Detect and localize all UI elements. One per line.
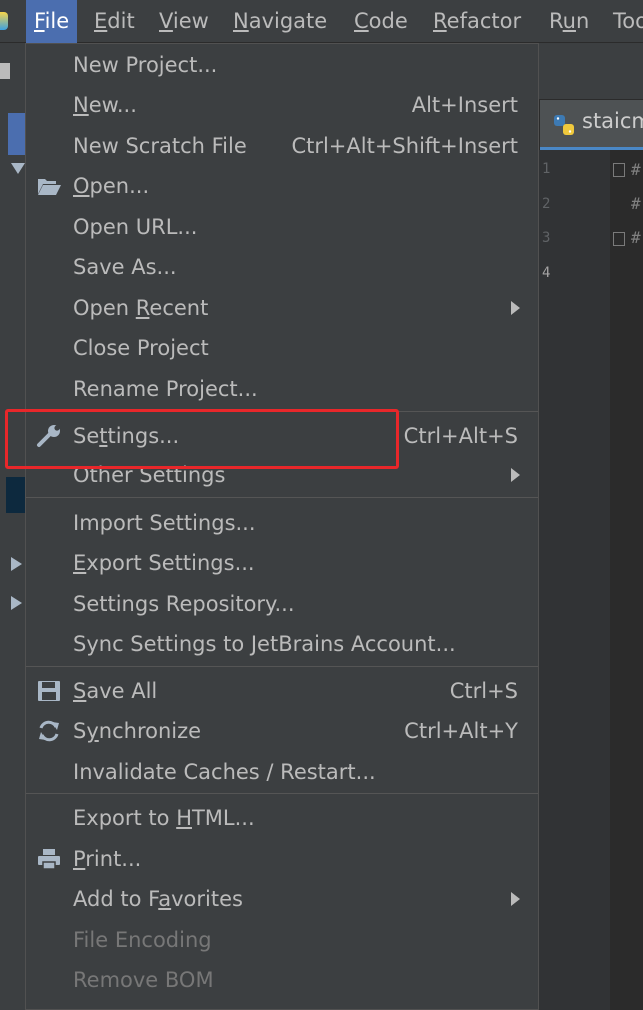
submenu-arrow-icon — [511, 468, 520, 482]
menu-run[interactable]: Run — [541, 0, 597, 43]
menu-item-settings-repository[interactable]: Settings Repository... — [26, 584, 538, 624]
project-panel-icon — [0, 63, 10, 79]
editor-tab-label: staicm — [582, 109, 643, 133]
editor-tab[interactable]: staicm — [540, 100, 643, 150]
line-number: 4 — [542, 265, 551, 281]
shortcut-label: Ctrl+Alt+S — [403, 424, 518, 448]
menu-item-synchronize[interactable]: Synchronize Ctrl+Alt+Y — [26, 711, 538, 751]
menu-item-open[interactable]: Open... — [26, 166, 538, 206]
menu-item-import-settings[interactable]: Import Settings... — [26, 503, 538, 543]
menu-item-export-settings[interactable]: Export Settings... — [26, 543, 538, 583]
menu-item-add-to-favorites[interactable]: Add to Favorites — [26, 879, 538, 919]
menu-item-new-scratch-file[interactable]: New Scratch File Ctrl+Alt+Shift+Insert — [26, 126, 538, 166]
line-number: 1 — [542, 161, 551, 177]
menu-item-new-project[interactable]: New Project... — [26, 45, 538, 85]
menu-separator — [26, 497, 538, 498]
menu-item-open-recent[interactable]: Open Recent — [26, 288, 538, 328]
line-number: 2 — [542, 196, 551, 212]
code-line: # — [631, 194, 641, 213]
menu-navigate[interactable]: Navigate — [225, 0, 335, 43]
menu-code[interactable]: Code — [346, 0, 416, 43]
menu-item-export-to-html[interactable]: Export to HTML... — [26, 798, 538, 838]
menu-item-sync-settings[interactable]: Sync Settings to JetBrains Account... — [26, 624, 538, 664]
app-logo-icon — [0, 12, 8, 30]
menu-item-remove-bom: Remove BOM — [73, 968, 214, 992]
menu-item-close-project[interactable]: Close Project — [26, 328, 538, 368]
menu-separator — [26, 666, 538, 667]
menu-refactor[interactable]: Refactor — [425, 0, 529, 43]
collapse-arrow-icon[interactable] — [11, 596, 22, 610]
collapse-arrow-icon[interactable] — [11, 557, 22, 571]
menu-item-file-encoding: File Encoding — [73, 928, 212, 952]
main-menubar: File Edit View Navigate Code Refactor Ru… — [0, 0, 643, 43]
project-tool-strip — [0, 43, 27, 1010]
shortcut-label: Alt+Insert — [411, 93, 518, 117]
menu-item-print[interactable]: Print... — [26, 839, 538, 879]
menu-tools[interactable]: Too — [605, 0, 643, 43]
fold-marker-icon[interactable] — [613, 232, 625, 246]
menu-item-save-as[interactable]: Save As... — [26, 247, 538, 287]
shortcut-label: Ctrl+S — [449, 679, 518, 703]
refresh-icon — [39, 720, 59, 742]
submenu-arrow-icon — [511, 892, 520, 906]
expand-arrow-icon[interactable] — [11, 163, 25, 174]
menu-file[interactable]: File — [26, 0, 78, 43]
line-number: 3 — [542, 230, 551, 246]
fold-marker-icon[interactable] — [613, 163, 625, 177]
project-panel-selection — [8, 113, 26, 155]
editor-tab-bar — [538, 43, 643, 99]
menu-separator — [26, 793, 538, 794]
code-line: # — [631, 228, 641, 247]
submenu-arrow-icon — [511, 301, 520, 315]
settings-highlight-box — [5, 409, 399, 469]
floppy-disk-icon — [38, 681, 60, 701]
python-file-icon — [554, 115, 574, 135]
menu-item-new[interactable]: New... Alt+Insert — [26, 85, 538, 125]
menu-item-save-all[interactable]: Save All Ctrl+S — [26, 671, 538, 711]
printer-icon — [38, 849, 60, 870]
menu-item-open-url[interactable]: Open URL... — [26, 207, 538, 247]
menu-item-rename-project[interactable]: Rename Project... — [26, 369, 538, 409]
shortcut-label: Ctrl+Alt+Y — [404, 719, 518, 743]
folder-open-icon — [38, 179, 61, 195]
selected-node-marker — [6, 477, 26, 513]
menu-edit[interactable]: Edit — [86, 0, 143, 43]
file-menu-dropdown: New Project... New... Alt+Insert New Scr… — [25, 43, 539, 1010]
menu-item-invalidate-caches[interactable]: Invalidate Caches / Restart... — [26, 752, 538, 792]
code-area[interactable] — [628, 150, 643, 1010]
shortcut-label: Ctrl+Alt+Shift+Insert — [291, 134, 518, 158]
code-line: # — [631, 160, 641, 179]
menu-view[interactable]: View — [151, 0, 217, 43]
